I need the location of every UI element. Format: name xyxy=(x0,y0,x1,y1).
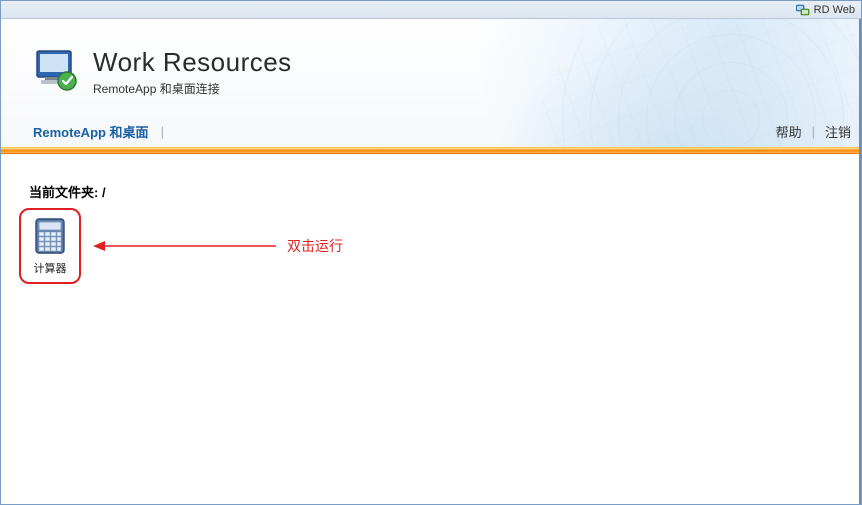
nav-remoteapp-desktop[interactable]: RemoteApp 和桌面 xyxy=(33,122,149,141)
rdweb-icon xyxy=(796,4,810,16)
nav-help-link[interactable]: 帮助 xyxy=(776,122,802,141)
right-border xyxy=(859,19,861,504)
app-label: 计算器 xyxy=(25,260,75,276)
work-resources-icon xyxy=(33,47,79,93)
content-area: 当前文件夹: / 计算器 双击运行 xyxy=(1,154,861,504)
top-bar: RD Web xyxy=(1,1,861,19)
rdweb-label: RD Web xyxy=(814,4,855,16)
nav-separator: | xyxy=(161,124,164,139)
nav-separator: | xyxy=(812,124,815,139)
page-subtitle: RemoteApp 和桌面连接 xyxy=(93,80,292,97)
app-calculator[interactable]: 计算器 xyxy=(19,208,81,284)
page-title: Work Resources xyxy=(93,47,292,78)
accent-band xyxy=(1,147,861,154)
calculator-icon xyxy=(34,218,66,254)
nav-logout-link[interactable]: 注销 xyxy=(825,122,851,141)
nav-bar: RemoteApp 和桌面 | 帮助 | 注销 xyxy=(1,117,861,147)
annotation-text: 双击运行 xyxy=(287,236,343,256)
arrow-icon xyxy=(91,238,281,254)
current-folder-label: 当前文件夹: / xyxy=(29,182,833,201)
brand-block: Work Resources RemoteApp 和桌面连接 xyxy=(33,47,292,97)
page-header: Work Resources RemoteApp 和桌面连接 RemoteApp… xyxy=(1,19,861,147)
annotation: 双击运行 xyxy=(91,236,343,256)
current-folder-path: / xyxy=(102,185,106,200)
